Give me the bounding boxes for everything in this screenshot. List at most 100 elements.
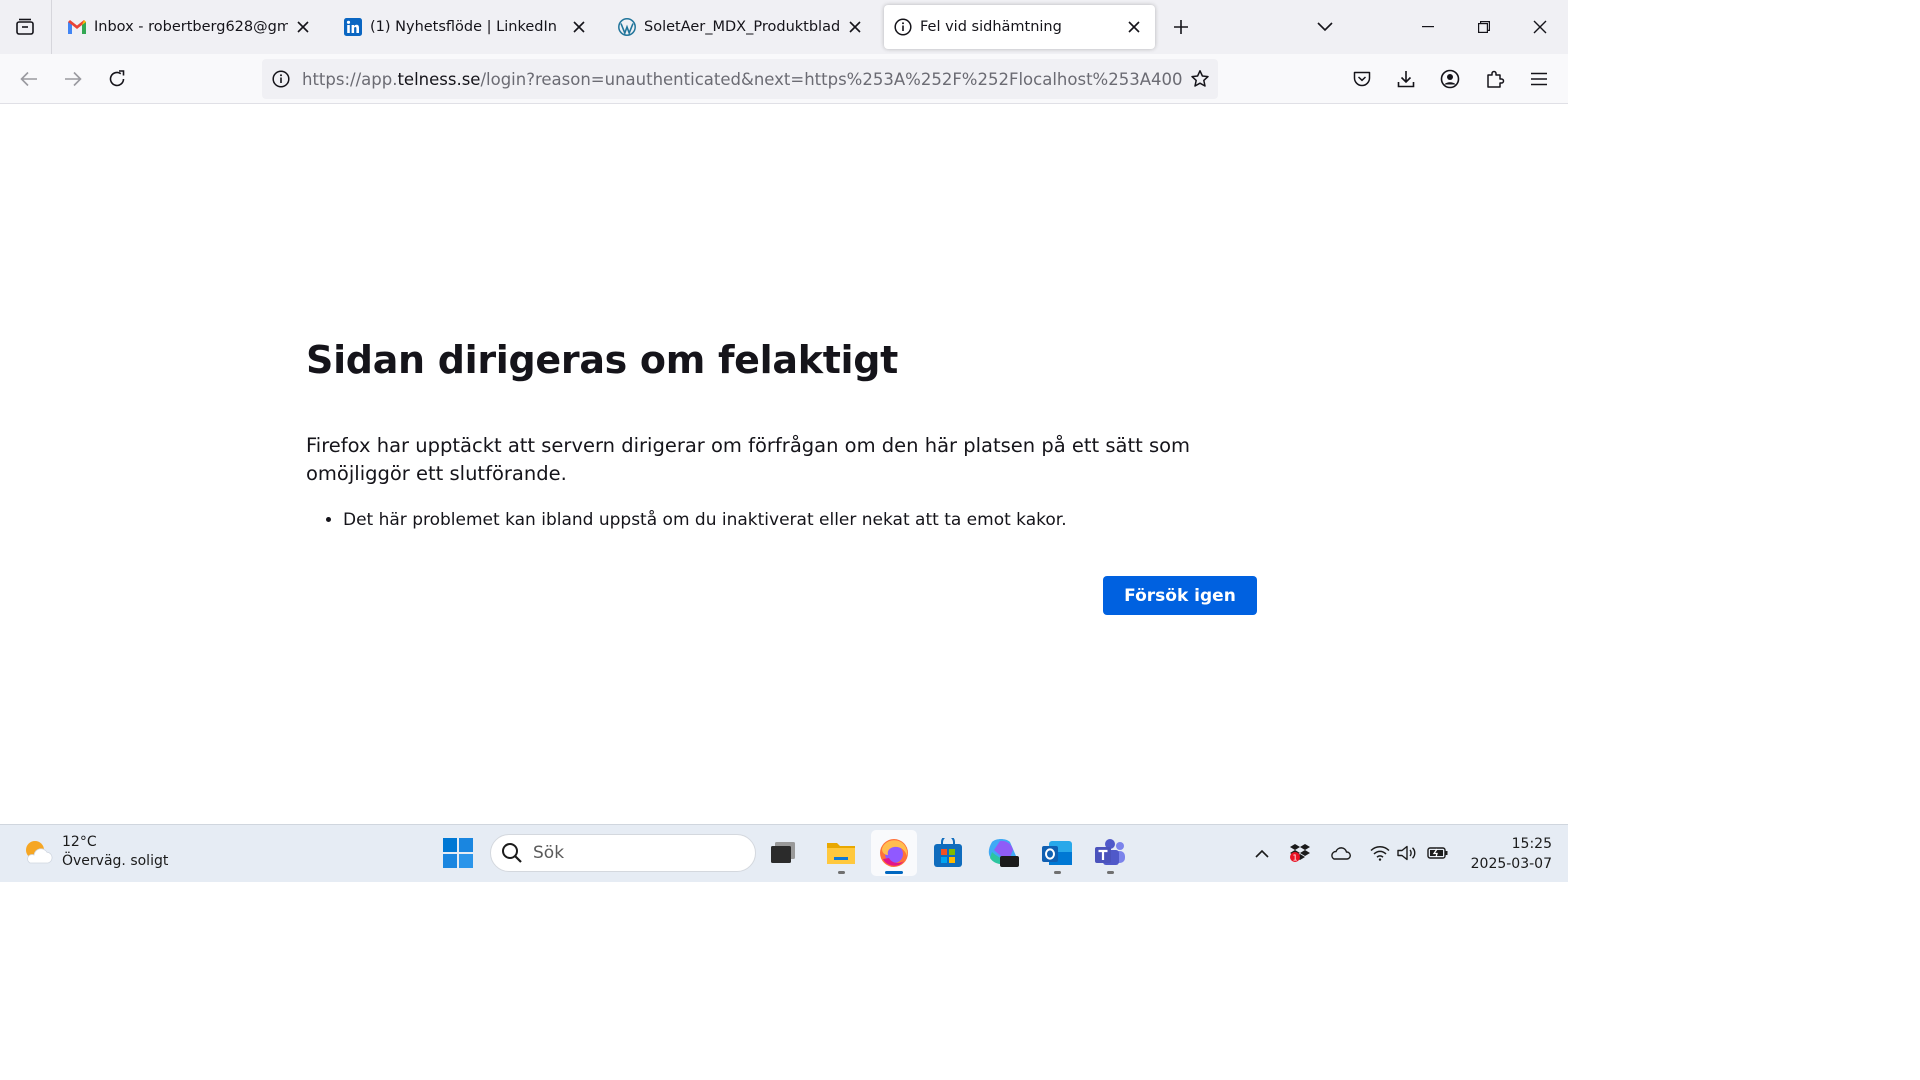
store-icon xyxy=(934,838,962,867)
taskbar-search[interactable]: Sök xyxy=(490,834,756,872)
task-view-button[interactable] xyxy=(760,830,806,876)
bookmark-star-icon[interactable] xyxy=(1182,59,1218,99)
running-indicator xyxy=(837,871,845,874)
cloud-icon xyxy=(1331,847,1351,860)
tab-title: Inbox - robertberg628@gmail.c xyxy=(94,19,288,35)
tray-battery[interactable] xyxy=(1424,839,1452,867)
firefox-icon xyxy=(880,839,908,867)
outlook-icon xyxy=(1042,841,1072,865)
url-path: /login?reason=unauthenticated&next=https… xyxy=(480,69,1182,89)
arrow-left-icon xyxy=(20,71,37,87)
tab-error-page[interactable]: Fel vid sidhämtning xyxy=(884,5,1155,49)
pocket-icon xyxy=(1353,71,1371,87)
restore-icon xyxy=(1478,21,1490,33)
reload-button[interactable] xyxy=(100,62,134,96)
account-icon xyxy=(1440,69,1460,89)
error-hint-list: Det här problemet kan ibland uppstå om d… xyxy=(326,508,1067,532)
tray-volume[interactable] xyxy=(1393,839,1421,867)
tab-separator xyxy=(51,0,52,54)
taskbar-m365[interactable] xyxy=(980,830,1026,876)
show-hidden-icons-button[interactable] xyxy=(1248,839,1276,867)
error-hint: Det här problemet kan ibland uppstå om d… xyxy=(343,508,1067,532)
reload-icon xyxy=(109,70,125,87)
close-tab-icon[interactable] xyxy=(1123,16,1145,38)
taskbar-microsoft-store[interactable] xyxy=(925,830,971,876)
tab-title: (1) Nyhetsflöde | LinkedIn xyxy=(370,19,557,35)
system-clock[interactable]: 15:25 2025-03-07 xyxy=(1462,834,1552,874)
close-tab-icon[interactable] xyxy=(292,16,314,38)
windows-logo-icon xyxy=(443,838,473,868)
windows-taskbar: 12°C Överväg. soligt Sök 1 15:25 2025-03… xyxy=(0,824,1568,882)
m365-copilot-icon xyxy=(988,839,1019,867)
wordpress-icon xyxy=(618,18,636,36)
error-description: Firefox har upptäckt att servern diriger… xyxy=(306,434,1191,485)
info-icon xyxy=(894,18,912,36)
svg-text:1: 1 xyxy=(1292,854,1297,863)
tab-linkedin[interactable]: (1) Nyhetsflöde | LinkedIn xyxy=(334,5,600,49)
page-content: Sidan dirigeras om felaktigt Firefox har… xyxy=(0,104,1568,824)
weather-widget[interactable]: 12°C Överväg. soligt xyxy=(22,833,168,871)
restore-button[interactable] xyxy=(1456,0,1512,54)
url-text[interactable]: https://app.telness.se/login?reason=unau… xyxy=(300,70,1182,89)
menu-button[interactable] xyxy=(1522,62,1556,96)
tab-title: SoletAer_MDX_Produktblad_SE_ xyxy=(644,19,840,35)
tray-onedrive[interactable] xyxy=(1326,839,1354,867)
tray-wifi[interactable] xyxy=(1366,839,1394,867)
weather-condition: Överväg. soligt xyxy=(62,853,169,869)
close-icon xyxy=(1533,20,1547,34)
new-tab-button[interactable] xyxy=(1164,10,1198,44)
close-tab-icon[interactable] xyxy=(568,16,590,38)
list-all-tabs-button[interactable] xyxy=(1308,10,1342,44)
arrow-right-icon xyxy=(65,71,82,87)
active-indicator xyxy=(885,871,903,874)
dropbox-icon: 1 xyxy=(1290,844,1310,863)
task-view-icon xyxy=(771,842,795,863)
tab-list-icon xyxy=(16,18,34,35)
try-again-button[interactable]: Försök igen xyxy=(1103,576,1257,615)
running-indicator xyxy=(1106,871,1114,874)
error-title: Sidan dirigeras om felaktigt xyxy=(306,338,899,382)
taskbar-firefox[interactable] xyxy=(871,830,917,876)
close-tab-icon[interactable] xyxy=(844,16,866,38)
forward-button[interactable] xyxy=(56,62,90,96)
url-prefix: https://app. xyxy=(302,69,398,89)
weather-temp: 12°C xyxy=(62,834,97,850)
extensions-button[interactable] xyxy=(1478,62,1512,96)
running-indicator xyxy=(1053,871,1061,874)
site-info-icon[interactable] xyxy=(262,59,300,99)
folder-icon xyxy=(827,843,855,864)
speaker-icon xyxy=(1397,845,1416,861)
teams-icon xyxy=(1095,839,1125,865)
pocket-button[interactable] xyxy=(1345,62,1379,96)
clock-time: 15:25 xyxy=(1511,836,1552,852)
linkedin-icon xyxy=(344,18,362,36)
search-icon xyxy=(502,843,522,863)
clock-date: 2025-03-07 xyxy=(1470,856,1552,872)
tab-wordpress[interactable]: SoletAer_MDX_Produktblad_SE_ xyxy=(608,5,876,49)
chevron-down-icon xyxy=(1317,22,1333,32)
account-button[interactable] xyxy=(1433,62,1467,96)
address-bar[interactable]: https://app.telness.se/login?reason=unau… xyxy=(262,59,1218,99)
taskbar-outlook[interactable] xyxy=(1034,830,1080,876)
url-host: telness.se xyxy=(397,69,481,89)
search-placeholder: Sök xyxy=(533,843,565,863)
downloads-button[interactable] xyxy=(1389,62,1423,96)
tab-title: Fel vid sidhämtning xyxy=(920,19,1062,35)
close-window-button[interactable] xyxy=(1512,0,1568,54)
tab-list-button[interactable] xyxy=(8,10,42,44)
battery-charging-icon xyxy=(1427,847,1448,859)
taskbar-teams[interactable] xyxy=(1087,830,1133,876)
chevron-up-icon xyxy=(1255,849,1269,858)
tab-strip: Inbox - robertberg628@gmail.c (1) Nyhets… xyxy=(0,0,1568,54)
tray-dropbox[interactable]: 1 xyxy=(1286,839,1314,867)
gmail-icon xyxy=(68,18,86,36)
back-button[interactable] xyxy=(12,62,46,96)
download-icon xyxy=(1397,71,1415,88)
taskbar-file-explorer[interactable] xyxy=(818,830,864,876)
tab-gmail[interactable]: Inbox - robertberg628@gmail.c xyxy=(58,5,324,49)
minimize-icon xyxy=(1422,26,1434,28)
plus-icon xyxy=(1174,20,1188,34)
start-button[interactable] xyxy=(441,836,475,870)
minimize-button[interactable] xyxy=(1400,0,1456,54)
navigation-toolbar: https://app.telness.se/login?reason=unau… xyxy=(0,54,1568,104)
